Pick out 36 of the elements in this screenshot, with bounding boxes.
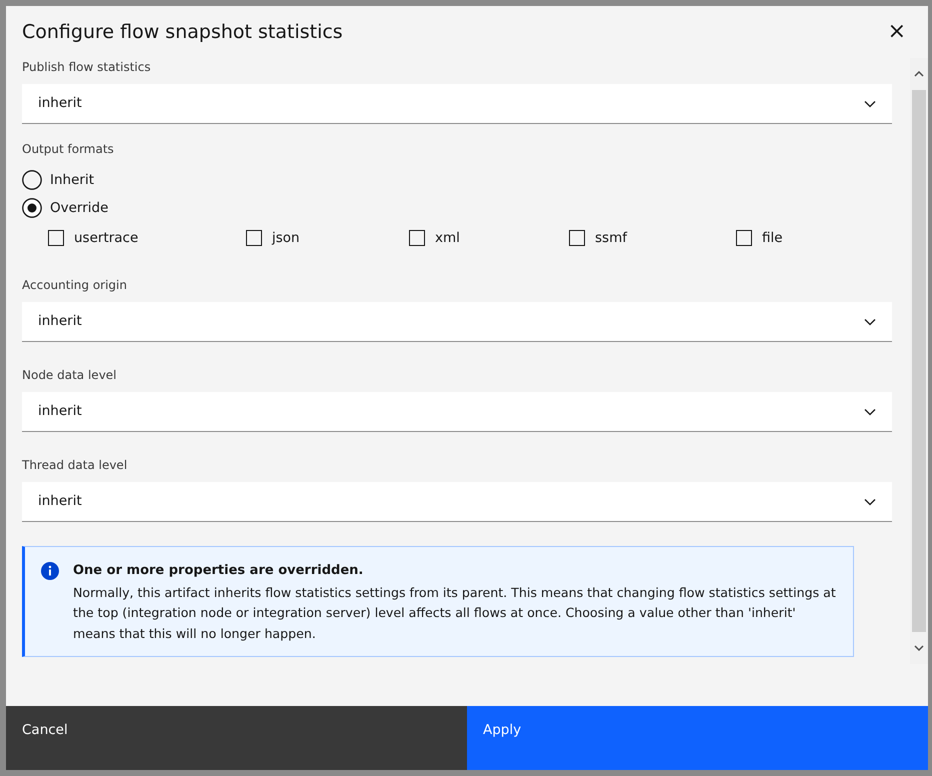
chevron-down-icon — [864, 498, 876, 506]
scroll-down-icon[interactable] — [914, 645, 924, 651]
checkbox-label: file — [762, 228, 783, 248]
radio-label: Override — [50, 198, 108, 218]
close-button[interactable]: × — [882, 21, 912, 43]
checkbox[interactable] — [48, 230, 64, 246]
checkbox[interactable] — [736, 230, 752, 246]
select-field[interactable]: inherit — [22, 392, 892, 432]
field-label: Output formats — [22, 141, 114, 158]
notice-title: One or more properties are overridden. — [73, 562, 364, 580]
field-label: Thread data level — [22, 457, 128, 474]
checkbox[interactable] — [569, 230, 585, 246]
select-field[interactable]: inherit — [22, 482, 892, 522]
radio-label: Inherit — [50, 170, 94, 190]
field-label: Accounting origin — [22, 277, 127, 294]
field-label: Publish flow statistics — [22, 59, 151, 76]
chevron-down-icon — [864, 318, 876, 326]
notice-text: Normally, this artifact inherits flow statistics settings from its parent. This means that changing flow statistics settings at the top (integration node or integration server) level affects all flows at once. Choosing a value other than 'inherit' means that this will no longer happen. — [73, 584, 837, 643]
chevron-down-icon — [864, 408, 876, 416]
info-icon — [41, 562, 59, 580]
checkbox[interactable] — [246, 230, 262, 246]
checkbox-label: json — [272, 228, 300, 248]
scroll-up-icon[interactable] — [914, 71, 924, 77]
checkbox-label: xml — [435, 228, 460, 248]
select-field[interactable]: inherit — [22, 302, 892, 342]
checkbox-label: ssmf — [595, 228, 627, 248]
checkbox-label: usertrace — [74, 228, 138, 248]
apply-button[interactable]: Apply — [467, 706, 928, 770]
cancel-button[interactable]: Cancel — [6, 706, 467, 770]
checkbox[interactable] — [409, 230, 425, 246]
radio-button[interactable] — [22, 170, 42, 190]
field-label: Node data level — [22, 367, 117, 384]
radio-button[interactable] — [22, 198, 42, 218]
select-field[interactable]: inherit — [22, 84, 892, 124]
chevron-down-icon — [864, 100, 876, 108]
dialog-title: Configure flow snapshot statistics — [22, 20, 343, 44]
